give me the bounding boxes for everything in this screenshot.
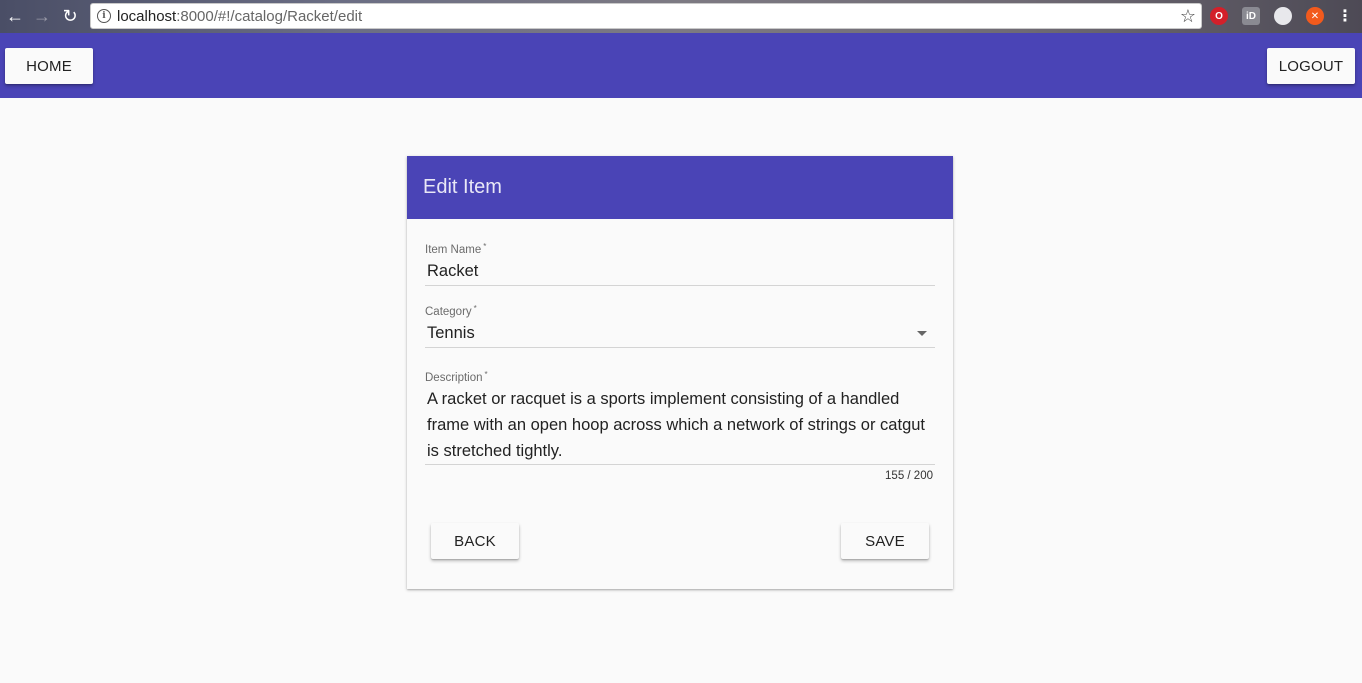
item-name-label: Item Name * xyxy=(425,242,935,256)
required-mark: * xyxy=(484,370,488,379)
category-label: Category * xyxy=(425,304,935,318)
url-path: :8000/#!/catalog/Racket/edit xyxy=(176,7,363,25)
item-name-label-text: Item Name xyxy=(425,244,482,256)
category-underline xyxy=(425,347,935,348)
character-counter: 155 / 200 xyxy=(885,470,933,482)
menu-icon[interactable]: ⋮ xyxy=(1336,7,1354,25)
app-toolbar: HOME LOGOUT xyxy=(0,33,1362,98)
opera-extension-icon[interactable]: O xyxy=(1210,7,1228,25)
card-title: Edit Item xyxy=(407,156,953,219)
category-value[interactable]: Tennis xyxy=(425,322,935,344)
item-name-input[interactable]: Racket xyxy=(425,260,935,282)
id-extension-icon[interactable]: iD xyxy=(1242,7,1260,25)
forward-arrow-icon[interactable]: → xyxy=(31,5,53,27)
item-name-field[interactable]: Item Name * Racket xyxy=(425,242,935,286)
description-underline xyxy=(425,464,935,465)
edit-item-card: Edit Item Item Name * Racket Category * Te… xyxy=(407,156,953,589)
description-label-text: Description xyxy=(425,372,483,384)
logout-button[interactable]: LOGOUT xyxy=(1267,48,1355,84)
info-icon[interactable]: i xyxy=(97,9,111,23)
home-button[interactable]: HOME xyxy=(5,48,93,84)
description-label: Description * xyxy=(425,370,935,384)
category-select[interactable]: Category * Tennis xyxy=(425,304,935,348)
category-label-text: Category xyxy=(425,306,472,318)
url-host: localhost xyxy=(117,7,177,25)
description-field[interactable]: Description * A racket or racquet is a sp… xyxy=(425,370,935,482)
back-button[interactable]: BACK xyxy=(431,523,519,559)
item-name-underline xyxy=(425,285,935,286)
reload-icon[interactable]: ↻ xyxy=(59,5,81,27)
star-icon[interactable]: ☆ xyxy=(1180,6,1196,27)
circle-extension-icon[interactable] xyxy=(1274,7,1292,25)
save-button[interactable]: SAVE xyxy=(841,523,929,559)
description-textarea[interactable]: A racket or racquet is a sports implemen… xyxy=(425,386,935,464)
url-text: localhost:8000/#!/catalog/Racket/edit xyxy=(117,8,362,25)
x-extension-icon[interactable]: ✕ xyxy=(1306,7,1324,25)
browser-chrome: ← → ↻ i localhost:8000/#!/catalog/Racket… xyxy=(0,0,1362,33)
required-mark: * xyxy=(483,242,487,251)
dropdown-arrow-icon[interactable] xyxy=(917,331,927,336)
required-mark: * xyxy=(473,304,477,313)
address-bar[interactable]: i localhost:8000/#!/catalog/Racket/edit … xyxy=(90,3,1202,29)
back-arrow-icon[interactable]: ← xyxy=(4,5,26,27)
